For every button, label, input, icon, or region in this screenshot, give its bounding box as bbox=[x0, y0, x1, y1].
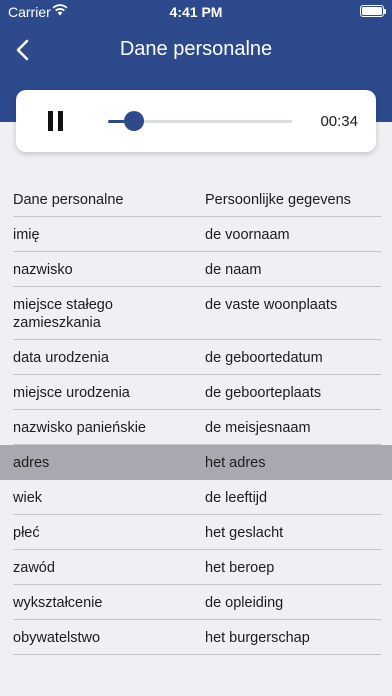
audio-player: 00:34 bbox=[16, 90, 376, 152]
column-header-dutch: Persoonlijke gegevens bbox=[205, 192, 351, 208]
polish-term: wiek bbox=[13, 490, 43, 506]
dutch-term: de naam bbox=[205, 262, 262, 278]
status-bar: Carrier 4:41 PM bbox=[0, 0, 392, 22]
table-row[interactable]: miejsce urodzenia de geboorteplaats bbox=[0, 375, 392, 410]
dutch-term: de vaste woonplaats bbox=[205, 297, 338, 313]
progress-slider[interactable] bbox=[108, 111, 292, 131]
polish-term: płeć bbox=[13, 525, 40, 541]
column-header-polish: Dane personalne bbox=[13, 192, 124, 208]
polish-term: data urodzenia bbox=[13, 350, 109, 366]
clock: 4:41 PM bbox=[169, 4, 223, 20]
pause-icon bbox=[48, 111, 53, 131]
dutch-term: de meisjesnaam bbox=[205, 420, 311, 436]
slider-thumb[interactable] bbox=[123, 111, 144, 131]
page-title: Dane personalne bbox=[119, 38, 273, 60]
table-row[interactable]: zawód het beroep bbox=[0, 550, 392, 585]
dutch-term: het adres bbox=[205, 455, 266, 471]
dutch-term: de opleiding bbox=[205, 595, 284, 611]
divider bbox=[13, 654, 381, 655]
elapsed-time: 00:34 bbox=[320, 113, 358, 130]
dutch-term: het burgerschap bbox=[205, 630, 310, 646]
dutch-term: de voornaam bbox=[205, 227, 290, 243]
table-row[interactable]: imię de voornaam bbox=[0, 217, 392, 252]
table-row[interactable]: płeć het geslacht bbox=[0, 515, 392, 550]
polish-term: miejsce stałego zamieszkania bbox=[13, 297, 113, 331]
dutch-term: de geboortedatum bbox=[205, 350, 323, 366]
table-row[interactable]: obywatelstwo het burgerschap bbox=[0, 620, 392, 655]
dutch-term: de geboorteplaats bbox=[205, 385, 322, 401]
polish-term: zawód bbox=[13, 560, 55, 576]
polish-term: nazwisko bbox=[13, 262, 73, 278]
table-row[interactable]: nazwisko panieńskie de meisjesnaam bbox=[0, 410, 392, 445]
polish-term: wykształcenie bbox=[13, 595, 103, 611]
table-row[interactable]: nazwisko de naam bbox=[0, 252, 392, 287]
polish-term: adres bbox=[13, 455, 50, 471]
polish-term: nazwisko panieńskie bbox=[13, 420, 146, 436]
table-row[interactable]: adres het adres bbox=[0, 445, 392, 480]
pause-button[interactable] bbox=[48, 111, 66, 133]
dutch-term: de leeftijd bbox=[205, 490, 268, 506]
vocabulary-table: Dane personalne Persoonlijke gegevens im… bbox=[0, 182, 392, 655]
table-header: Dane personalne Persoonlijke gegevens bbox=[0, 182, 392, 217]
table-row[interactable]: wykształcenie de opleiding bbox=[0, 585, 392, 620]
table-row[interactable]: wiek de leeftijd bbox=[0, 480, 392, 515]
battery-icon bbox=[360, 5, 386, 17]
polish-term: miejsce urodzenia bbox=[13, 385, 130, 401]
dutch-term: het beroep bbox=[205, 560, 275, 576]
polish-term: obywatelstwo bbox=[13, 630, 101, 646]
table-row[interactable]: miejsce stałego zamieszkania de vaste woo… bbox=[0, 287, 392, 340]
polish-term: imię bbox=[13, 227, 40, 243]
dutch-term: het geslacht bbox=[205, 525, 284, 541]
table-row[interactable]: data urodzenia de geboortedatum bbox=[0, 340, 392, 375]
